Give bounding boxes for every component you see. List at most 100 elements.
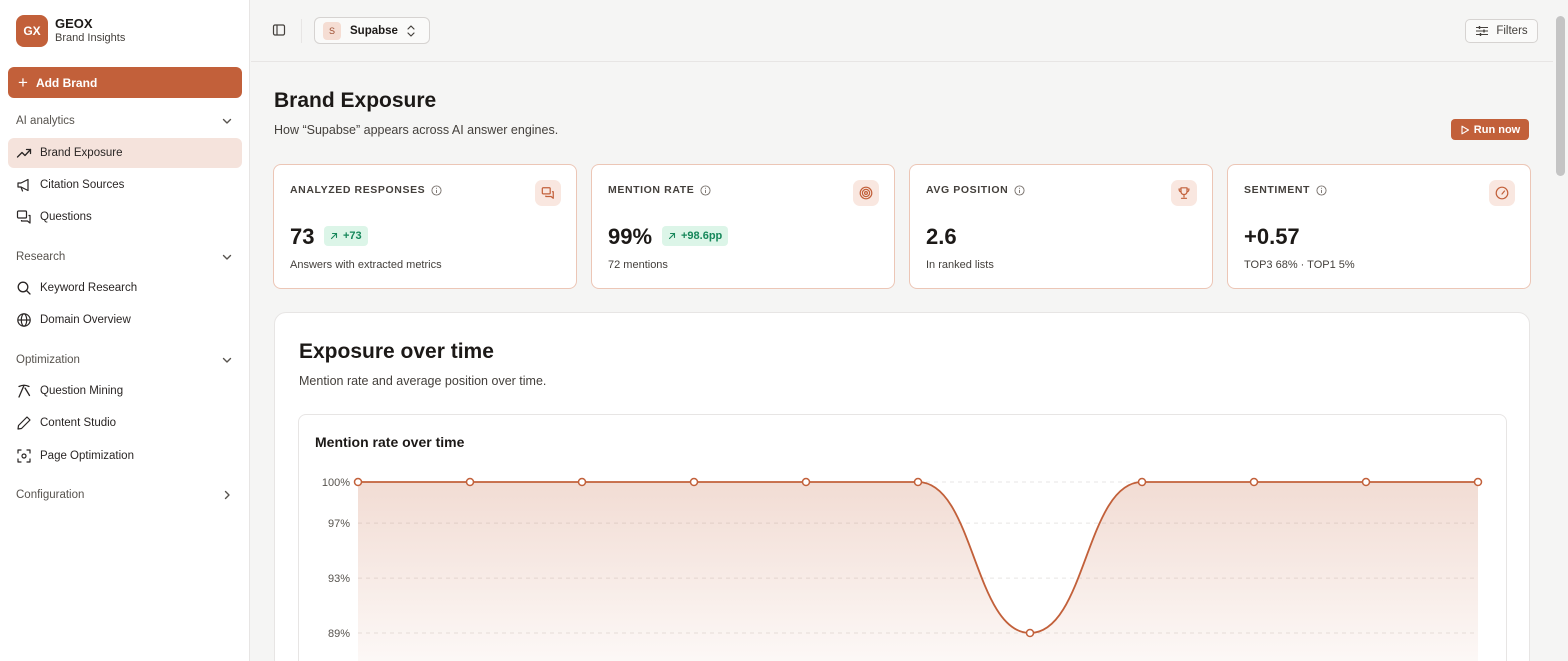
data-point (801, 477, 811, 487)
card-label-row: AVG POSITION (926, 184, 1025, 196)
y-tick-label: 97% (328, 518, 350, 530)
section-label: Optimization (16, 354, 80, 366)
arrow-up-right-icon (668, 232, 676, 240)
sidebar-item-question-mining[interactable]: Question Mining (8, 376, 242, 406)
run-now-label: Run now (1473, 123, 1521, 136)
sidebar-item-content-studio[interactable]: Content Studio (8, 408, 242, 438)
data-point (465, 477, 475, 487)
card-caption: Answers with extracted metrics (290, 259, 442, 271)
y-tick-label: 93% (328, 573, 350, 585)
search-icon (16, 280, 32, 296)
trophy-icon (1171, 180, 1197, 206)
card-label-row: SENTIMENT (1244, 184, 1327, 196)
exposure-panel: Exposure over time Mention rate and aver… (274, 312, 1530, 661)
section-subtitle: Mention rate and average position over t… (299, 374, 547, 388)
section-ai-analytics[interactable]: AI analytics (16, 111, 234, 131)
card-label-row: MENTION RATE (608, 184, 711, 196)
delta-value: +98.6pp (681, 230, 723, 242)
series-area (358, 482, 1478, 661)
filters-button[interactable]: Filters (1465, 19, 1538, 43)
chevrons-up-down-icon (406, 24, 416, 38)
card-value: +0.57 (1244, 224, 1300, 249)
delta-badge: +73 (324, 226, 368, 246)
data-point (689, 477, 699, 487)
info-icon[interactable] (431, 184, 442, 196)
globe-icon (16, 312, 32, 328)
stat-card-avg-position: AVG POSITION 2.6 In ranked lists (909, 164, 1213, 289)
chevron-down-icon (220, 250, 234, 264)
section-label: Configuration (16, 489, 85, 501)
scan-icon (16, 448, 32, 464)
chevron-down-icon (220, 114, 234, 128)
arrow-up-right-icon (330, 232, 338, 240)
y-tick-label: 89% (328, 628, 350, 640)
sidebar-item-label: Keyword Research (40, 282, 138, 294)
target-icon (853, 180, 879, 206)
section-optimization[interactable]: Optimization (16, 350, 234, 370)
sidebar-item-label: Question Mining (40, 385, 124, 397)
delta-badge: +98.6pp (662, 226, 729, 246)
page-title: Brand Exposure (274, 89, 437, 112)
plus-icon: + (18, 73, 28, 92)
filters-label: Filters (1496, 25, 1528, 37)
sidebar-item-questions[interactable]: Questions (8, 202, 242, 232)
card-label: MENTION RATE (608, 184, 695, 196)
stat-card-mention-rate: MENTION RATE 99% +98.6pp 72 mentions (591, 164, 895, 289)
data-point (1137, 477, 1147, 487)
app-logo: GX (16, 15, 48, 47)
run-now-button[interactable]: Run now (1451, 119, 1529, 140)
sidebar-item-keyword-research[interactable]: Keyword Research (8, 273, 242, 303)
section-configuration[interactable]: Configuration (16, 485, 234, 505)
data-point (1249, 477, 1259, 487)
sidebar-item-label: Page Optimization (40, 450, 134, 462)
card-caption: In ranked lists (926, 259, 994, 271)
card-value: 99% (608, 224, 653, 249)
pencil-icon (16, 415, 32, 431)
card-value: 73 (290, 224, 315, 249)
section-label: AI analytics (16, 115, 75, 127)
sidebar-item-label: Brand Exposure (40, 147, 123, 159)
section-research[interactable]: Research (16, 247, 234, 267)
scrollbar-thumb[interactable] (1556, 16, 1565, 176)
messages-icon (16, 209, 32, 225)
sidebar-item-domain-overview[interactable]: Domain Overview (8, 305, 242, 335)
gauge-icon (1489, 180, 1515, 206)
card-caption: TOP3 68% · TOP1 5% (1244, 259, 1355, 271)
chart-canvas: 100% 97% 93% 89% (322, 477, 1483, 661)
sidebar-item-label: Citation Sources (40, 179, 125, 191)
megaphone-icon (16, 177, 32, 193)
section-title: Exposure over time (299, 340, 494, 363)
data-point (1361, 477, 1371, 487)
data-point (577, 477, 587, 487)
chevron-down-icon (220, 353, 234, 367)
sidebar-item-page-optimization[interactable]: Page Optimization (8, 441, 242, 471)
app-subtitle: Brand Insights (55, 32, 126, 45)
info-icon[interactable] (700, 184, 711, 196)
sidebar-item-label: Questions (40, 211, 92, 223)
data-point (1025, 628, 1035, 638)
messages-icon (535, 180, 561, 206)
info-icon[interactable] (1316, 184, 1327, 196)
stat-card-analyzed-responses: ANALYZED RESPONSES 73 +73 Answers with e… (273, 164, 577, 289)
divider (301, 19, 302, 43)
data-point (913, 477, 923, 487)
data-point (1473, 477, 1483, 487)
sidebar-item-brand-exposure[interactable]: Brand Exposure (8, 138, 242, 168)
sidebar-toggle-icon[interactable] (271, 22, 287, 38)
brand-badge: S (323, 21, 341, 40)
add-brand-button[interactable]: + Add Brand (8, 67, 242, 98)
card-value: 2.6 (926, 224, 957, 249)
card-label-row: ANALYZED RESPONSES (290, 184, 442, 196)
card-label: AVG POSITION (926, 184, 1009, 196)
sliders-icon (1476, 26, 1489, 36)
chevron-right-icon (220, 488, 234, 502)
card-label: ANALYZED RESPONSES (290, 184, 426, 196)
info-icon[interactable] (1014, 184, 1025, 196)
brand-selector-value: Supabse (350, 24, 398, 37)
brand-header: GX GEOX Brand Insights (16, 15, 125, 47)
play-icon (1461, 125, 1469, 134)
card-caption: 72 mentions (608, 259, 668, 271)
page-subtitle: How “Supabse” appears across AI answer e… (274, 123, 559, 137)
brand-selector[interactable]: S Supabse (314, 17, 430, 44)
sidebar-item-citation-sources[interactable]: Citation Sources (8, 170, 242, 200)
